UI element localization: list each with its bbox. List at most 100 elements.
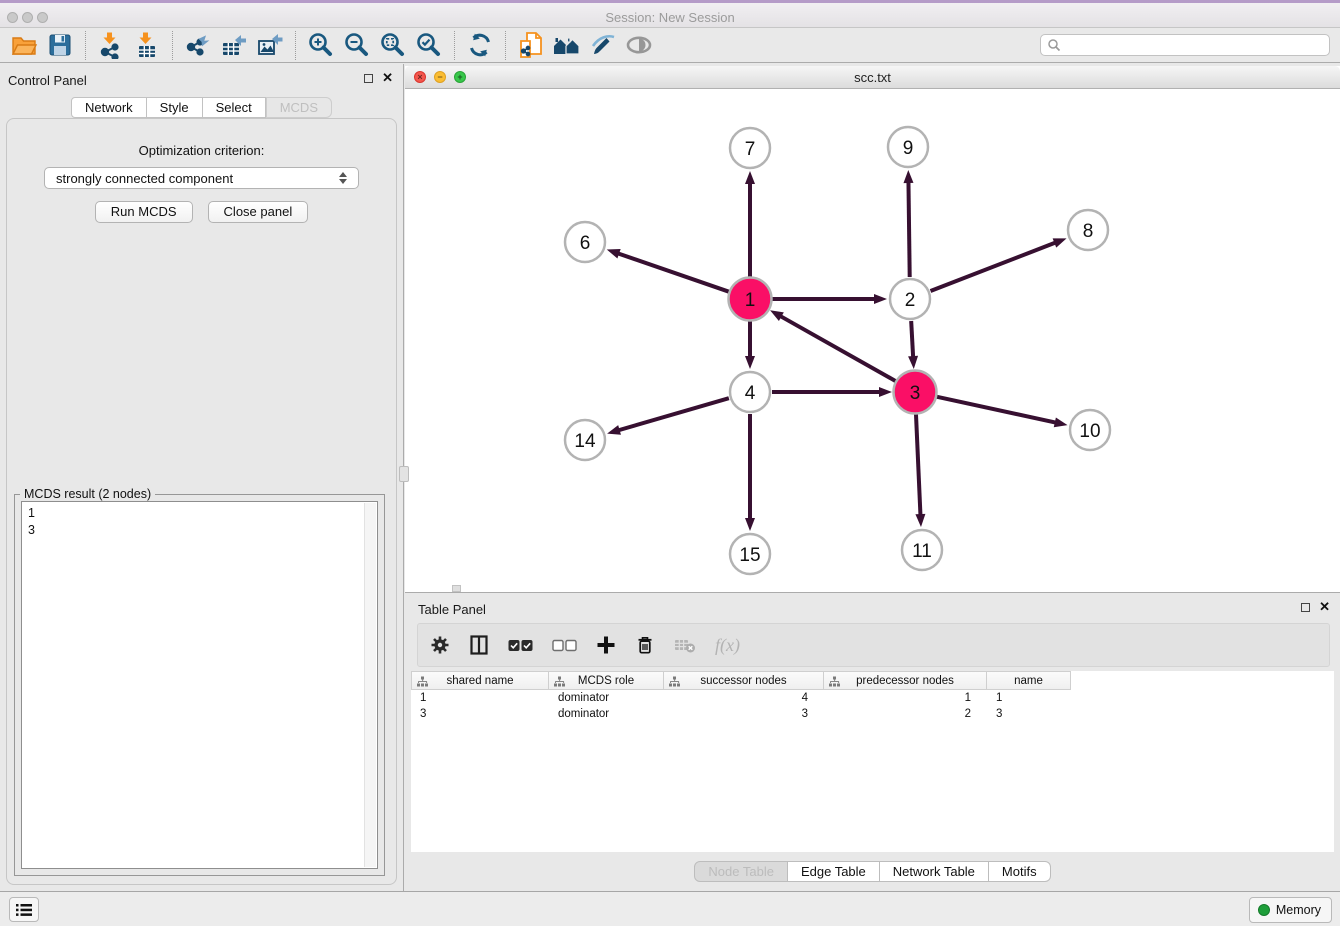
zoom-out-icon[interactable] bbox=[339, 30, 375, 61]
table-cell: 3 bbox=[987, 708, 1071, 720]
search-input[interactable] bbox=[1061, 38, 1323, 52]
export-table-icon[interactable] bbox=[216, 30, 252, 61]
criterion-dropdown[interactable]: strongly connected component bbox=[44, 167, 359, 189]
graph-edge-1-6[interactable] bbox=[607, 249, 729, 292]
search-box[interactable] bbox=[1040, 34, 1330, 56]
svg-text:14: 14 bbox=[574, 431, 596, 452]
graph-node-4[interactable]: 4 bbox=[730, 372, 770, 412]
graph-node-14[interactable]: 14 bbox=[565, 420, 605, 460]
svg-text:2: 2 bbox=[905, 290, 916, 311]
table-panel: Table Panel ✕ bbox=[405, 592, 1340, 891]
export-network-icon[interactable] bbox=[180, 30, 216, 61]
column-type-icon bbox=[417, 676, 428, 687]
network-window-title: scc.txt bbox=[405, 70, 1340, 85]
graph-node-11[interactable]: 11 bbox=[902, 530, 942, 570]
delete-rows-trash-icon[interactable] bbox=[635, 635, 655, 655]
control-tab-mcds[interactable]: MCDS bbox=[266, 97, 332, 118]
refresh-layout-icon[interactable] bbox=[462, 30, 498, 61]
graph-node-8[interactable]: 8 bbox=[1068, 210, 1108, 250]
zoom-fit-icon[interactable] bbox=[375, 30, 411, 61]
graph-edge-2-3[interactable] bbox=[908, 321, 918, 369]
column-type-icon bbox=[669, 676, 680, 687]
graph-edge-3-11[interactable] bbox=[915, 414, 925, 527]
column-header-predecessor-nodes[interactable]: predecessor nodes bbox=[824, 671, 987, 690]
mcds-panel: Optimization criterion: strongly connect… bbox=[6, 118, 397, 885]
graph-node-7[interactable]: 7 bbox=[730, 128, 770, 168]
open-session-icon[interactable] bbox=[6, 30, 42, 61]
deselect-all-checks-icon[interactable] bbox=[552, 639, 577, 652]
svg-text:6: 6 bbox=[580, 233, 591, 254]
table-toolbar: f(x) bbox=[417, 623, 1330, 667]
add-row-plus-icon[interactable] bbox=[596, 635, 616, 655]
mcds-result-title: MCDS result (2 nodes) bbox=[20, 487, 155, 501]
hide-selected-eye-icon[interactable] bbox=[621, 30, 657, 61]
graph-edge-4-15[interactable] bbox=[745, 414, 755, 531]
control-tab-style[interactable]: Style bbox=[147, 97, 203, 118]
network-window-titlebar[interactable]: × − + scc.txt bbox=[405, 66, 1340, 89]
graph-edge-2-8[interactable] bbox=[931, 238, 1067, 291]
graph-node-15[interactable]: 15 bbox=[730, 534, 770, 574]
table-tab-node-table[interactable]: Node Table bbox=[694, 861, 788, 882]
graph-node-1[interactable]: 1 bbox=[729, 278, 772, 321]
new-network-from-selection-icon[interactable] bbox=[513, 30, 549, 61]
graph-node-6[interactable]: 6 bbox=[565, 222, 605, 262]
table-tab-motifs[interactable]: Motifs bbox=[989, 861, 1051, 882]
first-neighbors-icon[interactable] bbox=[549, 30, 585, 61]
memory-button[interactable]: Memory bbox=[1249, 897, 1332, 923]
export-image-icon[interactable] bbox=[252, 30, 288, 61]
close-table-panel-icon[interactable]: ✕ bbox=[1319, 602, 1330, 612]
graph-edge-1-4[interactable] bbox=[745, 321, 755, 369]
memory-label: Memory bbox=[1276, 903, 1321, 917]
apply-function-fx-icon: f(x) bbox=[715, 635, 740, 656]
list-icon bbox=[16, 903, 32, 917]
column-header-name[interactable]: name bbox=[987, 671, 1071, 690]
column-header-shared-name[interactable]: shared name bbox=[411, 671, 549, 690]
graph-edge-3-10[interactable] bbox=[936, 397, 1067, 428]
graph-edge-4-3[interactable] bbox=[772, 387, 892, 397]
close-panel-button[interactable]: Close panel bbox=[208, 201, 309, 223]
graph-node-10[interactable]: 10 bbox=[1070, 410, 1110, 450]
graph-edge-1-7[interactable] bbox=[745, 171, 755, 277]
network-canvas[interactable]: 7 9 6 8 1 2 4 3 14 10 15 11 bbox=[405, 90, 1340, 592]
graph-edge-2-9[interactable] bbox=[903, 170, 913, 277]
graph-node-2[interactable]: 2 bbox=[890, 279, 930, 319]
control-tab-network[interactable]: Network bbox=[71, 97, 147, 118]
float-panel-icon[interactable] bbox=[364, 74, 373, 83]
apply-style-icon[interactable] bbox=[585, 30, 621, 61]
graph-edge-3-1[interactable] bbox=[770, 310, 896, 381]
column-header-MCDS-role[interactable]: MCDS role bbox=[549, 671, 664, 690]
control-tab-select[interactable]: Select bbox=[203, 97, 266, 118]
float-table-panel-icon[interactable] bbox=[1301, 603, 1310, 612]
toolbar-separator bbox=[172, 31, 173, 60]
column-settings-gear-icon[interactable] bbox=[430, 635, 450, 655]
node-table: shared nameMCDS rolesuccessor nodesprede… bbox=[411, 671, 1334, 852]
zoom-in-icon[interactable] bbox=[303, 30, 339, 61]
manage-columns-icon[interactable] bbox=[469, 635, 489, 655]
table-tab-edge-table[interactable]: Edge Table bbox=[788, 861, 880, 882]
table-cell: 1 bbox=[987, 692, 1071, 704]
svg-text:10: 10 bbox=[1079, 421, 1100, 442]
table-panel-title: Table Panel bbox=[418, 602, 486, 617]
table-row[interactable]: 1dominator411 bbox=[411, 690, 1334, 706]
close-panel-icon[interactable]: ✕ bbox=[382, 73, 393, 83]
save-session-icon[interactable] bbox=[42, 30, 78, 61]
mcds-result-textarea[interactable]: 1 3 bbox=[21, 501, 378, 869]
run-mcds-button[interactable]: Run MCDS bbox=[95, 201, 193, 223]
table-cell: 2 bbox=[824, 708, 987, 720]
splitter-handle[interactable] bbox=[399, 466, 409, 482]
column-header-label: name bbox=[1014, 675, 1043, 687]
table-row[interactable]: 3dominator323 bbox=[411, 706, 1334, 722]
graph-edge-1-2[interactable] bbox=[772, 294, 887, 304]
graph-node-9[interactable]: 9 bbox=[888, 127, 928, 167]
table-tab-network-table[interactable]: Network Table bbox=[880, 861, 989, 882]
graph-edge-4-14[interactable] bbox=[607, 398, 729, 435]
splitter-handle[interactable] bbox=[452, 585, 461, 592]
column-header-successor-nodes[interactable]: successor nodes bbox=[664, 671, 824, 690]
graph-node-3[interactable]: 3 bbox=[894, 371, 937, 414]
import-network-icon[interactable] bbox=[93, 30, 129, 61]
zoom-selected-icon[interactable] bbox=[411, 30, 447, 61]
task-history-button[interactable] bbox=[9, 897, 39, 922]
result-scrollbar[interactable] bbox=[364, 503, 376, 867]
import-table-icon[interactable] bbox=[129, 30, 165, 61]
select-all-checks-icon[interactable] bbox=[508, 639, 533, 652]
